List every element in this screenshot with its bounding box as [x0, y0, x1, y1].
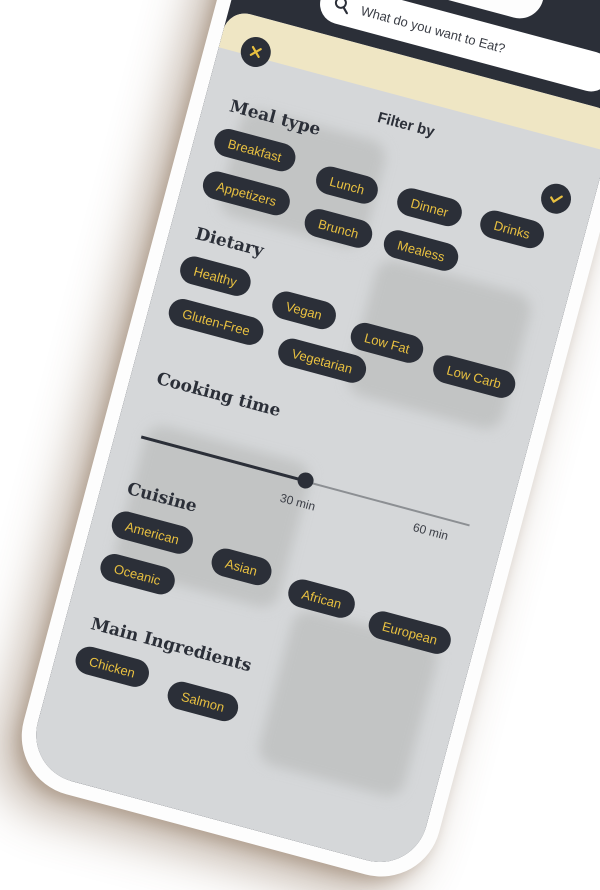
filter-panel: Filter by Meal type Breakfast Lunch Dinn… — [25, 8, 600, 873]
search-icon — [334, 0, 349, 15]
chip-drinks[interactable]: Drinks — [477, 207, 547, 252]
search-input[interactable]: What do you want to Eat? — [359, 3, 507, 56]
chip-vegan[interactable]: Vegan — [269, 288, 339, 333]
dietary-title: Dietary — [193, 223, 266, 262]
cooking-time-title: Cooking time — [154, 368, 283, 422]
apply-filter-button[interactable] — [537, 180, 575, 218]
chip-chicken[interactable]: Chicken — [72, 643, 153, 691]
chip-dinner[interactable]: Dinner — [394, 185, 466, 230]
chip-healthy[interactable]: Healthy — [176, 253, 254, 300]
chip-gluten-free[interactable]: Gluten-Free — [165, 295, 267, 349]
close-icon — [249, 45, 262, 58]
screen: What do you want to Eat? Filter by Meal … — [25, 0, 600, 873]
chip-salmon[interactable]: Salmon — [164, 678, 242, 725]
phone-frame: What do you want to Eat? Filter by Meal … — [8, 0, 600, 890]
cooking-time-max: 60 min — [411, 520, 450, 543]
check-icon — [550, 195, 563, 203]
